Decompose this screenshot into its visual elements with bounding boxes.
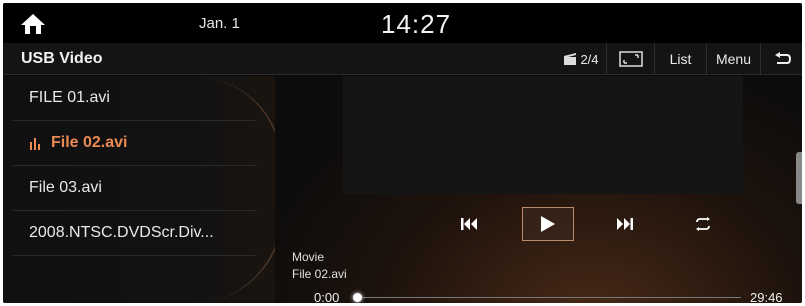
previous-button[interactable]	[451, 207, 487, 241]
screen: Jan. 1 14:27 USB Video 2/4 List Menu FIL…	[3, 3, 802, 303]
camera-icon	[564, 53, 577, 65]
next-button[interactable]	[607, 207, 643, 241]
header-bar: USB Video 2/4 List Menu	[3, 43, 802, 75]
media-category: Movie	[292, 250, 325, 264]
play-icon	[541, 216, 555, 232]
camera-angle-indicator[interactable]: 2/4	[556, 43, 606, 75]
home-icon	[21, 14, 45, 34]
video-frame	[343, 76, 743, 194]
total-time: 29:46	[750, 290, 783, 303]
file-name: FILE 01.avi	[29, 89, 110, 106]
list-button[interactable]: List	[654, 43, 706, 75]
side-panel-handle[interactable]	[796, 152, 802, 204]
video-area[interactable]: Movie File 02.avi 0:00 29:46	[275, 76, 802, 303]
repeat-button[interactable]	[685, 207, 721, 241]
equalizer-icon	[30, 138, 40, 150]
file-name: 2008.NTSC.DVDScr.Div...	[29, 224, 214, 241]
back-icon	[774, 52, 791, 64]
file-list: FILE 01.avi File 02.avi File 03.avi 2008…	[3, 76, 283, 303]
list-item[interactable]: FILE 01.avi	[13, 76, 257, 121]
progress-bar[interactable]	[357, 297, 741, 298]
list-item[interactable]: File 02.avi	[13, 121, 257, 166]
home-button[interactable]	[19, 12, 47, 36]
previous-icon	[461, 218, 477, 230]
status-bar: Jan. 1 14:27	[3, 3, 802, 43]
current-time: 0:00	[314, 290, 340, 303]
clock: 14:27	[381, 9, 452, 39]
fullscreen-button[interactable]	[606, 43, 654, 75]
list-item[interactable]: 2008.NTSC.DVDScr.Div...	[13, 211, 257, 256]
back-button[interactable]	[760, 43, 802, 75]
date-label: Jan. 1	[199, 15, 240, 32]
file-name: File 02.avi	[51, 134, 128, 151]
page-title: USB Video	[21, 50, 103, 67]
repeat-icon	[696, 217, 710, 231]
camera-angle-value: 2/4	[580, 51, 599, 67]
menu-button[interactable]: Menu	[706, 43, 760, 75]
next-icon	[617, 218, 633, 230]
file-name: File 03.avi	[29, 179, 102, 196]
fullscreen-icon	[618, 51, 643, 67]
play-button[interactable]	[522, 207, 574, 241]
now-playing-file: File 02.avi	[292, 267, 347, 281]
progress-handle[interactable]	[353, 293, 362, 302]
list-item[interactable]: File 03.avi	[13, 166, 257, 211]
